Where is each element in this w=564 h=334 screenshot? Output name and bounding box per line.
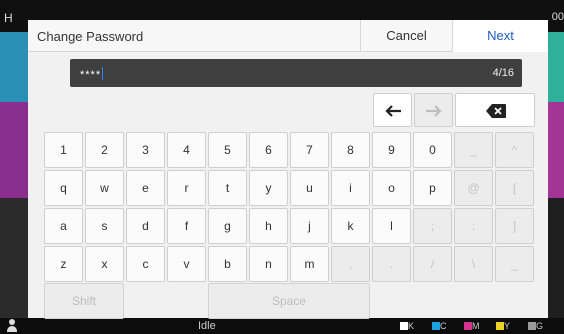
password-masked-value: **** [80,67,104,81]
key[interactable]: _ [454,132,493,168]
next-button[interactable]: Next [452,20,548,52]
toner-label: C [440,321,447,331]
toner-swatch [400,322,408,330]
key[interactable]: 3 [126,132,165,168]
key[interactable]: y [249,170,288,206]
key[interactable]: v [167,246,206,282]
key[interactable]: . [372,246,411,282]
background-tile [0,32,28,102]
toner-swatch [528,322,536,330]
user-icon[interactable] [6,319,18,333]
toner-indicator: K [398,321,414,331]
toner-label: M [472,321,480,331]
toner-swatch [464,322,472,330]
background-tile [548,102,564,198]
key[interactable]: , [331,246,370,282]
key[interactable]: t [208,170,247,206]
shift-key[interactable]: Shift [44,283,124,319]
key[interactable]: k [331,208,370,244]
key[interactable]: l [372,208,411,244]
key[interactable]: 2 [85,132,124,168]
toner-label: K [408,321,415,331]
key[interactable]: r [167,170,206,206]
key[interactable]: a [44,208,83,244]
key[interactable]: o [372,170,411,206]
key[interactable]: z [44,246,83,282]
key[interactable]: ] [495,208,534,244]
dialog-title: Change Password [37,29,144,44]
bottom-status-bar: Idle K C M Y G [0,318,564,334]
arrow-left-icon [385,105,401,117]
key[interactable]: f [167,208,206,244]
toner-label: G [536,321,544,331]
toner-swatch [432,322,440,330]
key[interactable]: 0 [413,132,452,168]
key[interactable]: 1 [44,132,83,168]
background-tile [0,198,28,318]
key[interactable]: m [290,246,329,282]
key[interactable]: c [126,246,165,282]
toner-label: Y [504,321,511,331]
key[interactable]: 6 [249,132,288,168]
cursor-left-button[interactable] [373,93,412,127]
space-key[interactable]: Space [208,283,370,319]
key[interactable]: [ [495,170,534,206]
toner-swatch [496,322,504,330]
arrow-right-icon [426,105,442,117]
text-caret [102,67,104,80]
key[interactable]: 4 [167,132,206,168]
key[interactable]: x [85,246,124,282]
key[interactable]: w [85,170,124,206]
key[interactable]: b [208,246,247,282]
toner-indicator: G [526,321,543,331]
background-top-right-text: 00 [551,11,564,23]
key[interactable]: q [44,170,83,206]
key[interactable]: ^ [495,132,534,168]
key[interactable]: : [454,208,493,244]
character-count: 4/16 [492,67,514,79]
cursor-right-button[interactable] [414,93,453,127]
key[interactable]: e [126,170,165,206]
key[interactable]: _ [495,246,534,282]
toner-indicator: Y [494,321,510,331]
key[interactable]: \ [454,246,493,282]
change-password-dialog: Change Password Cancel Next **** 4/16 12… [28,20,548,319]
key[interactable]: h [249,208,288,244]
key[interactable]: j [290,208,329,244]
key[interactable]: @ [454,170,493,206]
key[interactable]: 7 [290,132,329,168]
cancel-button[interactable]: Cancel [360,20,452,52]
dialog-header: Change Password Cancel Next [28,20,548,52]
key[interactable]: 5 [208,132,247,168]
backspace-button[interactable] [455,93,535,127]
background-top-left-text: H [4,11,13,25]
key[interactable]: / [413,246,452,282]
key[interactable]: g [208,208,247,244]
key[interactable]: s [85,208,124,244]
machine-status: Idle [198,320,216,332]
key[interactable]: ; [413,208,452,244]
password-input[interactable]: **** 4/16 [70,59,522,87]
key[interactable]: 8 [331,132,370,168]
toner-indicator: C [430,321,447,331]
key[interactable]: 9 [372,132,411,168]
key[interactable]: i [331,170,370,206]
toner-indicator: M [462,321,480,331]
background-tile [548,32,564,102]
key[interactable]: n [249,246,288,282]
key[interactable]: u [290,170,329,206]
key[interactable]: d [126,208,165,244]
key[interactable]: p [413,170,452,206]
background-tile [0,102,28,198]
backspace-icon [486,104,506,118]
